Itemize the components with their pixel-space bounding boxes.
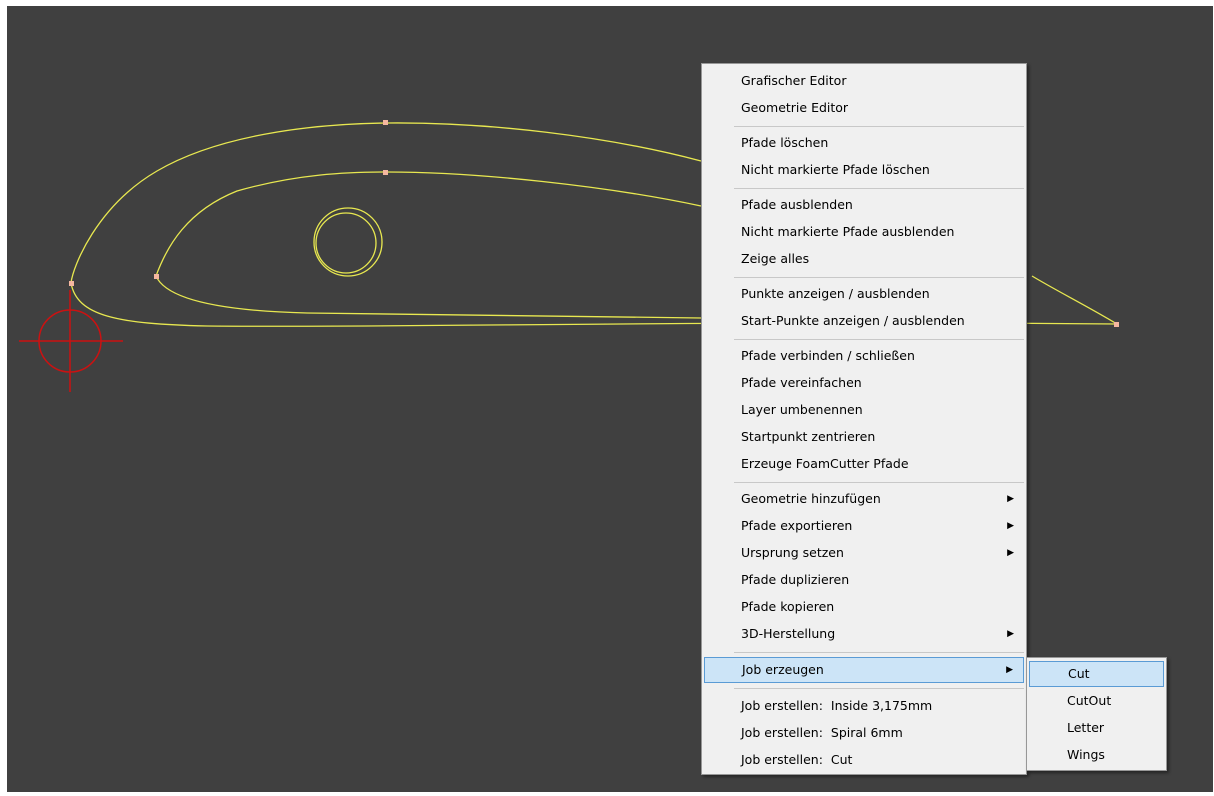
menu-item-job-erstellen-inside[interactable]: Job erstellen: Inside 3,175mm — [704, 693, 1024, 719]
menu-item-pfade-kopieren[interactable]: Pfade kopieren — [704, 594, 1024, 620]
menu-item-grafischer-editor[interactable]: Grafischer Editor — [704, 68, 1024, 94]
menu-separator — [734, 126, 1024, 127]
menu-separator — [734, 482, 1024, 483]
context-menu: Grafischer Editor Geometrie Editor Pfade… — [701, 63, 1027, 775]
path-point[interactable] — [383, 170, 388, 175]
menu-separator — [734, 277, 1024, 278]
menu-item-label: Erzeuge FoamCutter Pfade — [741, 456, 909, 471]
menu-item-label: Geometrie hinzufügen — [741, 491, 881, 506]
menu-item-label: Job erstellen: Inside 3,175mm — [741, 698, 933, 713]
menu-item-pfade-duplizieren[interactable]: Pfade duplizieren — [704, 567, 1024, 593]
submenu-arrow-icon: ▶ — [1007, 494, 1014, 504]
submenu-item-wings[interactable]: Wings — [1029, 742, 1164, 768]
menu-item-job-erstellen-cut[interactable]: Job erstellen: Cut — [704, 747, 1024, 773]
menu-item-pfade-ausblenden[interactable]: Pfade ausblenden — [704, 192, 1024, 218]
menu-item-label: Wings — [1067, 747, 1105, 762]
inner-airfoil-path[interactable] — [155, 171, 702, 319]
menu-item-label: CutOut — [1067, 693, 1112, 708]
origin-crosshair-icon — [19, 290, 123, 392]
hole-circle-outer[interactable] — [313, 207, 383, 277]
job-erzeugen-submenu: Cut CutOut Letter Wings — [1026, 657, 1167, 771]
menu-item-label: Ursprung setzen — [741, 545, 844, 560]
menu-item-job-erzeugen[interactable]: Job erzeugen ▶ — [704, 657, 1024, 683]
menu-item-label: Layer umbenennen — [741, 402, 863, 417]
menu-item-label: Grafischer Editor — [741, 73, 847, 88]
menu-item-pfade-verbinden[interactable]: Pfade verbinden / schließen — [704, 343, 1024, 369]
menu-item-punkte-anzeigen[interactable]: Punkte anzeigen / ausblenden — [704, 281, 1024, 307]
menu-item-label: Startpunkt zentrieren — [741, 429, 876, 444]
menu-item-nicht-markierte-pfade-loeschen[interactable]: Nicht markierte Pfade löschen — [704, 157, 1024, 183]
submenu-arrow-icon: ▶ — [1007, 629, 1014, 639]
menu-item-ursprung-setzen[interactable]: Ursprung setzen ▶ — [704, 540, 1024, 566]
menu-item-label: Job erzeugen — [742, 662, 824, 677]
menu-item-layer-umbenennen[interactable]: Layer umbenennen — [704, 397, 1024, 423]
menu-item-label: Job erstellen: Spiral 6mm — [741, 725, 903, 740]
menu-item-label: Nicht markierte Pfade ausblenden — [741, 224, 955, 239]
menu-item-label: Pfade kopieren — [741, 599, 835, 614]
path-point[interactable] — [1114, 322, 1119, 327]
menu-item-label: Zeige alles — [741, 251, 810, 266]
hole-circle-inner[interactable] — [315, 212, 377, 274]
submenu-item-cutout[interactable]: CutOut — [1029, 688, 1164, 714]
menu-item-geometrie-editor[interactable]: Geometrie Editor — [704, 95, 1024, 121]
menu-item-pfade-exportieren[interactable]: Pfade exportieren ▶ — [704, 513, 1024, 539]
menu-item-3d-herstellung[interactable]: 3D-Herstellung ▶ — [704, 621, 1024, 647]
menu-separator — [734, 652, 1024, 653]
submenu-arrow-icon: ▶ — [1007, 521, 1014, 531]
menu-item-label: Pfade duplizieren — [741, 572, 850, 587]
menu-item-label: Pfade exportieren — [741, 518, 853, 533]
menu-item-pfade-vereinfachen[interactable]: Pfade vereinfachen — [704, 370, 1024, 396]
submenu-item-letter[interactable]: Letter — [1029, 715, 1164, 741]
menu-item-label: Nicht markierte Pfade löschen — [741, 162, 930, 177]
path-point[interactable] — [69, 281, 74, 286]
menu-separator — [734, 688, 1024, 689]
menu-item-label: Punkte anzeigen / ausblenden — [741, 286, 930, 301]
menu-item-label: Pfade ausblenden — [741, 197, 853, 212]
submenu-item-cut[interactable]: Cut — [1029, 661, 1164, 687]
menu-item-pfade-loeschen[interactable]: Pfade löschen — [704, 130, 1024, 156]
path-point[interactable] — [383, 120, 388, 125]
menu-item-label: Pfade löschen — [741, 135, 829, 150]
menu-item-label: Cut — [1068, 666, 1090, 681]
menu-separator — [734, 339, 1024, 340]
menu-item-nicht-markierte-pfade-ausblenden[interactable]: Nicht markierte Pfade ausblenden — [704, 219, 1024, 245]
menu-item-startpunkt-zentrieren[interactable]: Startpunkt zentrieren — [704, 424, 1024, 450]
menu-item-label: 3D-Herstellung — [741, 626, 836, 641]
menu-item-job-erstellen-spiral[interactable]: Job erstellen: Spiral 6mm — [704, 720, 1024, 746]
menu-item-label: Pfade vereinfachen — [741, 375, 862, 390]
submenu-arrow-icon: ▶ — [1007, 548, 1014, 558]
menu-item-label: Job erstellen: Cut — [741, 752, 853, 767]
menu-item-label: Geometrie Editor — [741, 100, 849, 115]
menu-item-label: Start-Punkte anzeigen / ausblenden — [741, 313, 965, 328]
path-point[interactable] — [154, 274, 159, 279]
submenu-arrow-icon: ▶ — [1006, 665, 1013, 675]
menu-item-geometrie-hinzufuegen[interactable]: Geometrie hinzufügen ▶ — [704, 486, 1024, 512]
menu-item-label: Letter — [1067, 720, 1105, 735]
menu-item-start-punkte-anzeigen[interactable]: Start-Punkte anzeigen / ausblenden — [704, 308, 1024, 334]
menu-item-zeige-alles[interactable]: Zeige alles — [704, 246, 1024, 272]
menu-item-erzeuge-foamcutter-pfade[interactable]: Erzeuge FoamCutter Pfade — [704, 451, 1024, 477]
menu-separator — [734, 188, 1024, 189]
menu-item-label: Pfade verbinden / schließen — [741, 348, 915, 363]
